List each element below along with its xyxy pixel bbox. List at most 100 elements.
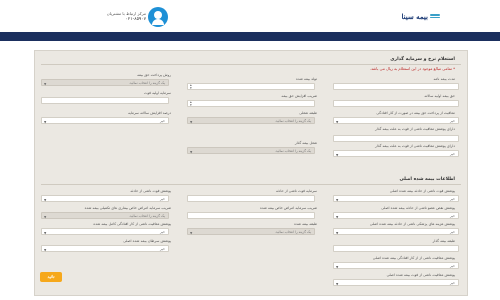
label-pay-exemption: معافیت از پرداخت حق بیمه در صورت از کار … (376, 111, 455, 115)
label-initial-capital: سرمایه اولیه فوت (143, 91, 171, 95)
payment-method-select[interactable]: یک گزینه را انتخاب نمائید. ▼ (41, 79, 169, 86)
support-phone: ۰۲۱-۸۵۹۰۷ (125, 17, 146, 22)
disease-capital-input[interactable] (187, 212, 315, 219)
policyholder-cover-input[interactable] (333, 135, 459, 142)
job-class3-input[interactable] (333, 245, 459, 252)
label-disability-cover: دارای پوشش معافیت ناشی از فوت به علت بیم… (375, 144, 455, 148)
cancer-cover-value: خیر (160, 247, 165, 252)
chevron-down-icon: ▼ (190, 119, 193, 124)
support-label: مرکز ارتباط با مشتریان (106, 11, 146, 16)
label-capital-increase-rate: درصد افزایش سالانه سرمایه (127, 111, 171, 115)
accident-death-value: خیر (450, 197, 455, 202)
company-logo[interactable]: بیمه سینا (392, 12, 440, 22)
job-class-placeholder: یک گزینه را انتخاب نمائید. (274, 119, 311, 124)
first-premium-input[interactable] (333, 100, 459, 107)
disability-full-select[interactable]: خیر ▼ (333, 212, 459, 219)
chevron-down-icon: ▼ (44, 197, 47, 202)
job-class2-placeholder: یک گزینه را انتخاب نمائید. (274, 230, 311, 235)
chevron-down-icon: ▼ (336, 119, 339, 124)
label-exemption-death: پوشش معافیت ناشی از فوت بیمه شده اصلی (386, 273, 455, 277)
capital-increase-select[interactable]: خیر ▼ (41, 117, 169, 124)
disability-cover-select[interactable]: خیر ▼ (333, 150, 459, 157)
section-divider (41, 64, 461, 65)
medical-cost-placeholder: یک گزینه را انتخاب نمائید. (128, 214, 165, 219)
label-coefficient: ضریب افزایش حق بیمه (281, 94, 317, 98)
chevron-down-icon: ▼ (336, 152, 339, 157)
chevron-down-icon: ▼ (336, 281, 339, 286)
currency-note: * تمامی مبالغ موجود در این استعلام به ری… (369, 66, 455, 71)
stepper-arrows-icon: ▴ ▾ (190, 100, 192, 108)
logo-wave-icon (430, 14, 440, 20)
label-cancer-cover: پوشش سرطان بیمه شده اصلی (123, 239, 171, 243)
accident-death2-value: خیر (160, 197, 165, 202)
pay-exemption-value: خیر (450, 119, 455, 124)
label-accident-death2: پوشش فوت ناشی از حادثه (130, 189, 171, 193)
nav-band (0, 32, 500, 41)
section-title-insured-info: اطلاعات بیمه شده اصلی (399, 177, 455, 182)
exemption-death-select[interactable]: خیر ▼ (333, 279, 459, 286)
chevron-down-icon: ▼ (44, 247, 47, 252)
disability-full-value: خیر (450, 214, 455, 219)
job-class2-select[interactable]: یک گزینه را انتخاب نمائید. ▼ (187, 228, 315, 235)
hospital-cover-select[interactable]: خیر ▼ (41, 228, 169, 235)
chevron-down-icon: ▼ (336, 264, 339, 269)
section-divider (41, 184, 461, 185)
waiver-cover-value: خیر (450, 264, 455, 269)
label-job-class: طبقه شغلی (299, 111, 317, 115)
label-medical-cost: ضریب سرمایه امراض خاص بیماری های تکمیلی … (84, 206, 171, 210)
pay-exemption-select[interactable]: خیر ▼ (333, 117, 459, 124)
medical-cost-select[interactable]: یک گزینه را انتخاب نمائید. ▼ (41, 212, 169, 219)
cancer-cover-select[interactable]: خیر ▼ (41, 245, 169, 252)
disability-cover-value: خیر (450, 152, 455, 157)
headset-support-icon (148, 7, 168, 27)
chevron-down-icon: ▼ (44, 230, 47, 235)
capital-increase-value: خیر (160, 119, 165, 124)
chevron-down-icon: ▼ (190, 149, 193, 154)
coefficient-stepper[interactable]: ▴ ▾ (187, 100, 315, 107)
chevron-down-icon: ▼ (44, 81, 47, 86)
insurance-duration-input[interactable] (333, 83, 459, 90)
submit-button[interactable]: تائید (40, 272, 62, 282)
policyholder-job-select[interactable]: یک گزینه را انتخاب نمائید. ▼ (187, 147, 315, 154)
disease-cover-value: خیر (450, 230, 455, 235)
chevron-down-icon: ▼ (336, 230, 339, 235)
job-class-select[interactable]: یک گزینه را انتخاب نمائید. ▼ (187, 117, 315, 124)
disease-cover-select[interactable]: خیر ▼ (333, 228, 459, 235)
label-accident-capital: سرمایه فوت ناشی از حادثه (275, 189, 317, 193)
form-panel: استعلام نرخ و سرمایه گذاری * تمامی مبالغ… (34, 50, 468, 296)
label-job-class3: طبقه بیمه گذار (432, 239, 455, 243)
insured-birth-stepper[interactable]: ▴ ▾ (187, 83, 315, 90)
exemption-death-value: خیر (450, 281, 455, 286)
label-first-premium: حق بیمه اولیه سالانه (424, 94, 455, 98)
label-accident-death: پوشش فوت ناشی از حادثه بیمه شده اصلی (389, 189, 455, 193)
chevron-down-icon: ▼ (336, 214, 339, 219)
label-policyholder-cover: دارای پوشش معافیت ناشی از فوت به علت بیم… (375, 127, 455, 131)
label-disease-capital: ضریب سرمایه امراض خاص بیمه شده (260, 206, 317, 210)
label-waiver-cover: پوشش معافیت ناشی از از کار افتادگی بیمه … (372, 256, 455, 260)
label-policyholder-job: شغل بیمه گذار (294, 141, 317, 145)
chevron-down-icon: ▼ (190, 230, 193, 235)
label-disability-full: پوشش نقص عضو ناشی از حادثه بیمه شده اصلی (381, 206, 455, 210)
policyholder-job-placeholder: یک گزینه را انتخاب نمائید. (274, 149, 311, 154)
accident-capital-input[interactable] (187, 195, 315, 202)
support-contact[interactable]: مرکز ارتباط با مشتریان ۰۲۱-۸۵۹۰۷ (80, 5, 172, 29)
stepper-arrows-icon: ▴ ▾ (190, 83, 192, 91)
label-insurance-duration: مدت بیمه نامه (433, 77, 455, 81)
label-hospital-cover: پوشش معافیت ناشی از کار افتادگی کامل بیم… (93, 222, 171, 226)
top-header: بیمه سینا مرکز ارتباط با مشتریان ۰۲۱-۸۵۹… (0, 0, 500, 32)
accident-death-select[interactable]: خیر ▼ (333, 195, 459, 202)
chevron-down-icon: ▼ (44, 214, 47, 219)
chevron-down-icon: ▼ (44, 119, 47, 124)
label-disease-cover: پوشش هزینه های پزشکی ناشی از حادثه بیمه … (369, 222, 455, 226)
initial-capital-input[interactable] (41, 97, 169, 104)
hospital-cover-value: خیر (160, 230, 165, 235)
label-job-class2: طبقه بیمه شده (294, 222, 317, 226)
section-title-calculation: استعلام نرخ و سرمایه گذاری (390, 57, 455, 62)
chevron-down-icon: ▼ (336, 197, 339, 202)
label-payment-method: روش پرداخت حق بیمه (137, 73, 171, 77)
label-insured-birth: تولد بیمه شده (296, 77, 317, 81)
accident-death2-select[interactable]: خیر ▼ (41, 195, 169, 202)
payment-method-placeholder: یک گزینه را انتخاب نمائید. (128, 81, 165, 86)
logo-text: بیمه سینا (401, 12, 428, 21)
waiver-cover-select[interactable]: خیر ▼ (333, 262, 459, 269)
